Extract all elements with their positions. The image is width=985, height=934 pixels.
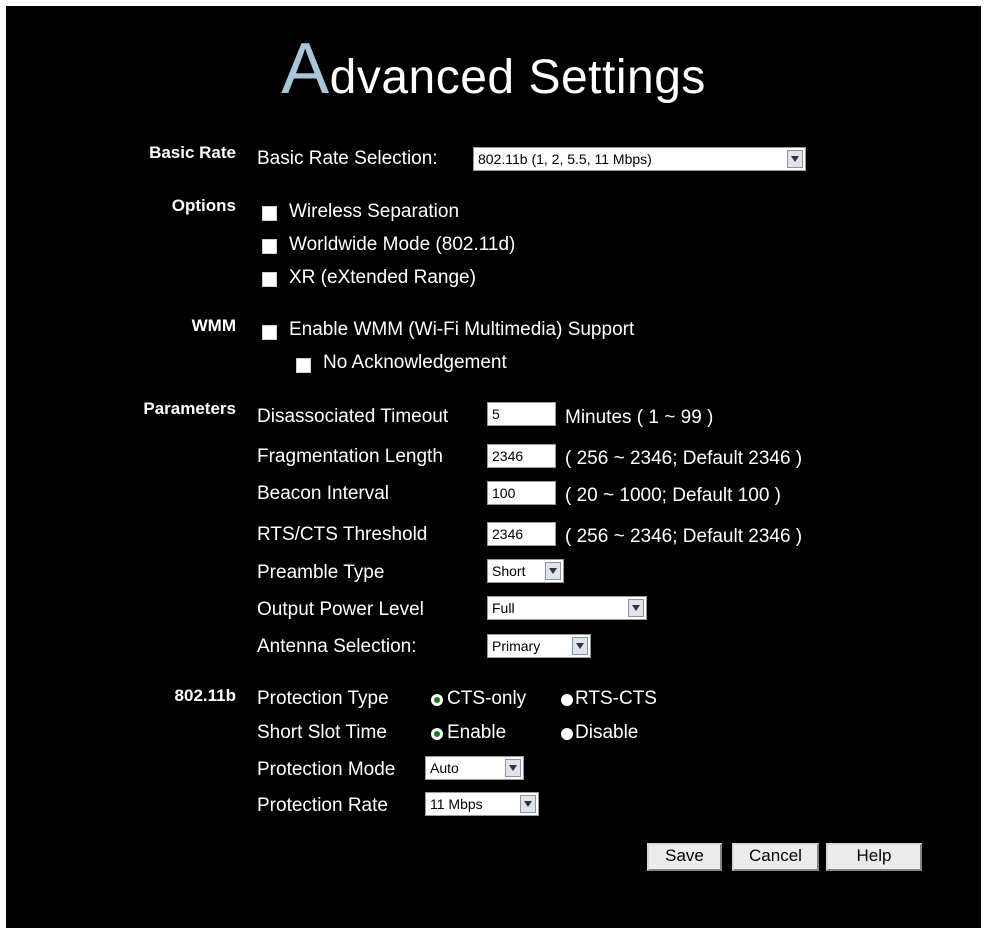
protection-mode-label: Protection Mode (257, 759, 396, 780)
cts-only-label: CTS-only (447, 688, 527, 709)
section-basic-rate: Basic Rate (149, 143, 236, 162)
chevron-down-icon (505, 759, 521, 777)
wireless-separation-label: Wireless Separation (289, 201, 460, 222)
settings-panel: Advanced Settings Basic Rate Basic Rate … (6, 6, 981, 928)
preamble-type-select[interactable]: Short (487, 559, 564, 583)
basic-rate-select[interactable]: 802.11b (1, 2, 5.5, 11 Mbps) (473, 147, 806, 171)
beacon-interval-label: Beacon Interval (257, 483, 390, 504)
worldwide-mode-checkbox[interactable] (262, 239, 277, 254)
preamble-type-label: Preamble Type (257, 562, 385, 583)
short-slot-time-label: Short Slot Time (257, 722, 387, 743)
chevron-down-icon (545, 562, 561, 580)
cancel-button[interactable]: Cancel (732, 843, 819, 871)
protection-rate-label: Protection Rate (257, 795, 388, 816)
output-power-select[interactable]: Full (487, 596, 647, 620)
section-wmm: WMM (191, 316, 236, 335)
worldwide-mode-label: Worldwide Mode (802.11d) (289, 234, 516, 255)
slot-disable-label: Disable (575, 722, 639, 743)
title-rest: dvanced Settings (329, 51, 706, 104)
slot-disable-radio[interactable] (561, 728, 573, 740)
chevron-down-icon (572, 637, 588, 655)
slot-enable-radio[interactable] (431, 728, 443, 740)
help-button[interactable]: Help (826, 843, 922, 871)
frag-length-label: Fragmentation Length (257, 446, 443, 467)
enable-wmm-label: Enable WMM (Wi-Fi Multimedia) Support (289, 319, 635, 340)
protection-type-label: Protection Type (257, 688, 389, 709)
page-title: Advanced Settings (6, 33, 981, 113)
no-ack-checkbox[interactable] (296, 358, 311, 373)
protection-mode-value: Auto (430, 760, 459, 776)
rts-threshold-hint: ( 256 ~ 2346; Default 2346 ) (565, 526, 803, 547)
section-parameters: Parameters (143, 399, 236, 418)
cts-only-radio[interactable] (431, 694, 443, 706)
frag-length-input[interactable]: 2346 (487, 444, 556, 468)
rts-threshold-input[interactable]: 2346 (487, 522, 556, 546)
beacon-interval-hint: ( 20 ~ 1000; Default 100 ) (565, 485, 782, 506)
wireless-separation-checkbox[interactable] (262, 206, 277, 221)
chevron-down-icon (520, 795, 536, 813)
enable-wmm-checkbox[interactable] (262, 325, 277, 340)
beacon-interval-input[interactable]: 100 (487, 481, 556, 505)
antenna-selection-label: Antenna Selection: (257, 636, 417, 657)
no-ack-label: No Acknowledgement (323, 352, 507, 373)
section-options: Options (171, 196, 236, 215)
disassoc-timeout-input[interactable]: 5 (487, 402, 556, 426)
chevron-down-icon (628, 599, 644, 617)
output-power-label: Output Power Level (257, 599, 424, 620)
antenna-selection-value: Primary (492, 638, 541, 654)
disassoc-timeout-label: Disassociated Timeout (257, 406, 449, 427)
xr-range-label: XR (eXtended Range) (289, 267, 476, 288)
section-80211b: 802.11b (174, 686, 236, 705)
rts-cts-radio[interactable] (561, 694, 573, 706)
chevron-down-icon (787, 150, 803, 168)
title-initial: A (281, 29, 330, 109)
protection-rate-select[interactable]: 11 Mbps (425, 792, 539, 816)
protection-mode-select[interactable]: Auto (425, 756, 524, 780)
xr-range-checkbox[interactable] (262, 272, 277, 287)
basic-rate-value: 802.11b (1, 2, 5.5, 11 Mbps) (478, 151, 652, 167)
output-power-value: Full (492, 600, 515, 616)
protection-rate-value: 11 Mbps (430, 796, 483, 812)
rts-cts-label: RTS-CTS (575, 688, 657, 709)
frag-length-hint: ( 256 ~ 2346; Default 2346 ) (565, 448, 803, 469)
save-button[interactable]: Save (647, 843, 722, 871)
disassoc-timeout-hint: Minutes ( 1 ~ 99 ) (565, 407, 714, 428)
slot-enable-label: Enable (447, 722, 507, 743)
preamble-type-value: Short (492, 563, 526, 579)
antenna-selection-select[interactable]: Primary (487, 634, 591, 658)
basic-rate-label: Basic Rate Selection: (257, 148, 438, 169)
rts-threshold-label: RTS/CTS Threshold (257, 524, 428, 545)
